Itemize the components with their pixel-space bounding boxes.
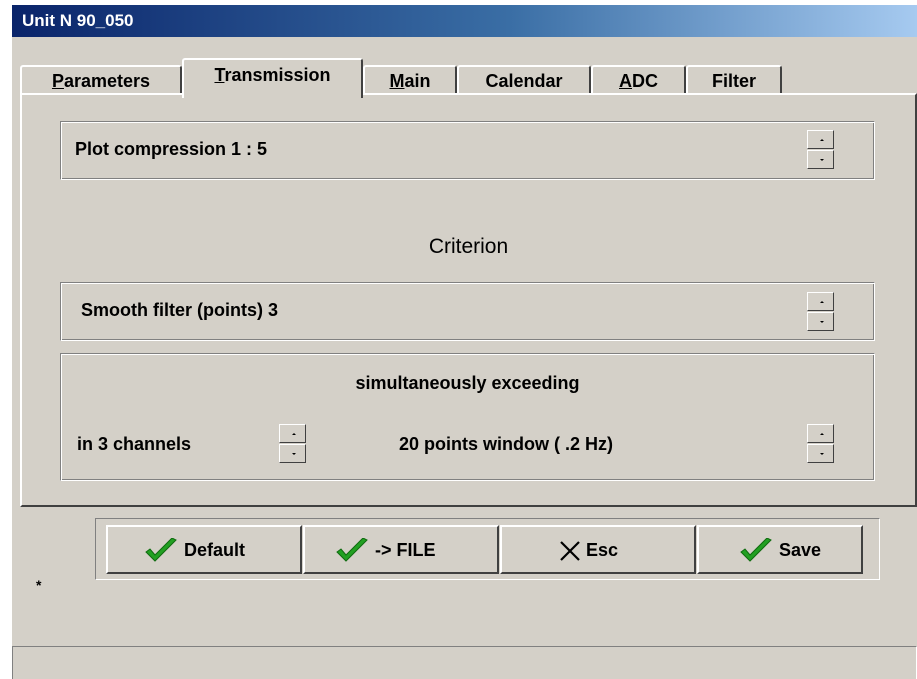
- tab-label: Parameters: [51, 71, 151, 91]
- tab-label: Main: [389, 71, 431, 91]
- default-button-label: Default: [184, 540, 246, 560]
- spin-up-button[interactable]: [807, 130, 834, 149]
- channels-label: in 3 channels: [77, 434, 192, 454]
- to-file-button[interactable]: -> FILE: [303, 525, 499, 574]
- criterion-heading: Criterion: [428, 235, 509, 258]
- save-button-label: Save: [779, 540, 822, 560]
- spin-down-button[interactable]: [279, 444, 306, 463]
- window-label: 20 points window ( .2 Hz): [399, 434, 614, 454]
- tab-parameters[interactable]: Parameters: [20, 65, 182, 95]
- tab-label: ADC: [619, 71, 658, 91]
- check-icon: [740, 538, 772, 562]
- app-window: Unit N 90_050 Parameters Transmission Ma…: [12, 5, 917, 679]
- plot-compression-label: Plot compression 1 : 5: [75, 139, 268, 159]
- title-bar[interactable]: Unit N 90_050: [12, 5, 917, 37]
- save-button[interactable]: Save: [697, 525, 863, 574]
- check-icon: [145, 538, 177, 562]
- tab-label: Calendar: [485, 71, 563, 91]
- button-bar: Default -> FILE Esc Save: [95, 518, 880, 580]
- exceeding-panel: simultaneously exceeding in 3 channels 2…: [60, 353, 875, 481]
- tab-transmission[interactable]: Transmission: [182, 58, 363, 98]
- tab-label: Filter: [711, 71, 756, 91]
- plot-compression-panel: Plot compression 1 : 5: [60, 121, 875, 180]
- check-icon: [336, 538, 368, 562]
- plot-compression-spinner[interactable]: [807, 130, 834, 170]
- transmission-tab-page: Plot compression 1 : 5 Criterion Smooth …: [20, 93, 917, 507]
- tab-calendar[interactable]: Calendar: [457, 65, 591, 95]
- smooth-filter-panel: Smooth filter (points) 3: [60, 282, 875, 341]
- spin-down-button[interactable]: [807, 150, 834, 169]
- spin-down-button[interactable]: [807, 312, 834, 331]
- tab-main[interactable]: Main: [363, 65, 457, 95]
- spin-up-button[interactable]: [807, 424, 834, 443]
- default-button[interactable]: Default: [106, 525, 302, 574]
- smooth-filter-spinner[interactable]: [807, 292, 834, 332]
- spin-up-button[interactable]: [807, 292, 834, 311]
- tab-filter[interactable]: Filter: [686, 65, 782, 95]
- esc-button[interactable]: Esc: [500, 525, 696, 574]
- window-title: Unit N 90_050: [22, 11, 134, 30]
- tab-adc[interactable]: ADC: [591, 65, 686, 95]
- smooth-filter-label: Smooth filter (points) 3: [81, 300, 278, 320]
- status-marker: *: [36, 577, 42, 593]
- exceeding-heading: simultaneously exceeding: [355, 373, 580, 393]
- spin-up-button[interactable]: [279, 424, 306, 443]
- to-file-button-label: -> FILE: [375, 540, 436, 560]
- esc-button-label: Esc: [586, 540, 619, 560]
- cross-icon: [560, 541, 580, 561]
- window-spinner[interactable]: [807, 424, 834, 464]
- channels-spinner[interactable]: [279, 424, 306, 464]
- tab-label: Transmission: [214, 65, 331, 85]
- spin-down-button[interactable]: [807, 444, 834, 463]
- status-bar: [12, 646, 917, 679]
